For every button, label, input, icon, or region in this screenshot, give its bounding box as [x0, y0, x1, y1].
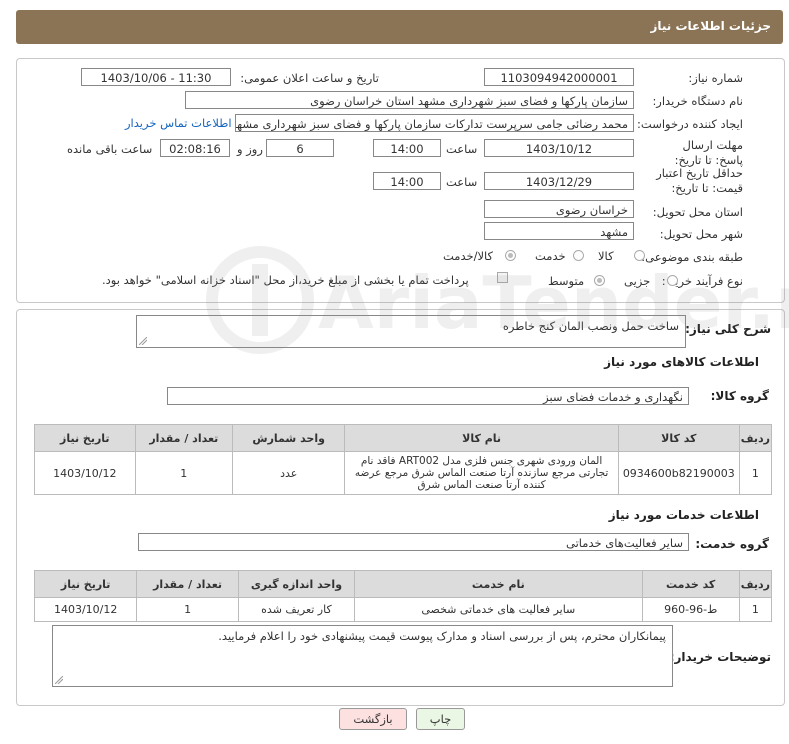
reply-days-field[interactable]: 6	[266, 139, 334, 157]
goods-row-date: 1403/10/12	[34, 451, 136, 495]
reply-remaining-field[interactable]: 02:08:16	[160, 139, 230, 157]
goods-row-name: المان ورودی شهری جنس فلزی مدل ART002 فاق…	[344, 451, 619, 495]
purchase-minor-radio[interactable]	[667, 275, 678, 286]
goods-section-title: اطلاعات کالاهای مورد نیاز	[604, 355, 759, 369]
services-row-unit: کار تعریف شده	[237, 597, 356, 622]
resize-grip-icon	[55, 676, 63, 684]
goods-col-unit: واحد شمارش	[232, 424, 346, 452]
services-row-index: 1	[738, 597, 773, 622]
need-number-field[interactable]: 1103094942000001	[484, 68, 634, 86]
goods-row-qty: 1	[134, 451, 234, 495]
validity-date-field[interactable]: 1403/12/29	[484, 172, 634, 190]
general-desc-label: شرح کلی نیاز:	[685, 322, 771, 336]
services-col-qty: تعداد / مقدار	[136, 570, 239, 598]
services-group-field[interactable]: سایر فعالیت‌های خدماتی	[138, 533, 689, 551]
validity-time-label: ساعت	[446, 175, 478, 189]
buyer-notes-label: توضیحات خریدار:	[669, 650, 771, 664]
delivery-province-label: استان محل تحویل:	[652, 205, 743, 219]
requester-label: ایجاد کننده درخواست:	[637, 117, 743, 131]
services-table: ردیف کد خدمت نام خدمت واحد اندازه گیری ت…	[33, 570, 773, 622]
table-row: 1 ط-96-960 سایر فعالیت های خدماتی شخصی ک…	[33, 597, 773, 622]
services-group-label: گروه خدمت:	[695, 537, 769, 551]
subject-goods-radio[interactable]	[634, 250, 645, 261]
announce-datetime-label: تاریخ و ساعت اعلان عمومی:	[240, 71, 379, 85]
services-row-date: 1403/10/12	[33, 597, 138, 622]
reply-time-field[interactable]: 14:00	[373, 139, 441, 157]
goods-table: ردیف کد کالا نام کالا واحد شمارش تعداد /…	[34, 424, 773, 495]
services-col-date: تاریخ نیاز	[33, 570, 138, 598]
goods-col-date: تاریخ نیاز	[34, 424, 136, 452]
subject-goods-service-label: کالا/خدمت	[443, 249, 494, 263]
reply-time-label: ساعت	[446, 142, 478, 156]
purchase-medium-label: متوسط	[548, 274, 585, 288]
page-header: جزئیات اطلاعات نیاز	[16, 10, 783, 44]
goods-row-code: 0934600b82190003	[617, 451, 740, 495]
goods-row-index: 1	[738, 451, 773, 495]
remaining-label: ساعت باقی مانده	[67, 142, 153, 156]
goods-col-qty: تعداد / مقدار	[134, 424, 234, 452]
goods-col-name: نام کالا	[344, 424, 619, 452]
services-col-unit: واحد اندازه گیری	[237, 570, 356, 598]
services-row-qty: 1	[136, 597, 239, 622]
purchase-medium-radio[interactable]	[594, 275, 605, 286]
general-desc-textarea[interactable]: ساخت حمل ونصب المان کنج خاطره	[136, 315, 686, 348]
subject-goods-service-radio[interactable]	[505, 250, 516, 261]
goods-row-unit: عدد	[232, 451, 346, 495]
delivery-city-label: شهر محل تحویل:	[659, 227, 743, 241]
buyer-notes-textarea[interactable]: پیمانکاران محترم، پس از بررسی اسناد و مد…	[52, 625, 673, 687]
reply-deadline-label: مهلت ارسال پاسخ: تا تاریخ:	[674, 138, 743, 167]
services-col-code: کد خدمت	[641, 570, 740, 598]
page-title: جزئیات اطلاعات نیاز	[650, 19, 771, 33]
price-validity-label: حداقل تاریخ اعتبار قیمت: تا تاریخ:	[656, 166, 743, 195]
goods-group-field[interactable]: نگهداری و خدمات فضای سبز	[167, 387, 689, 405]
purchase-minor-label: جزیی	[624, 274, 651, 288]
announce-datetime-field[interactable]: 1403/10/06 - 11:30	[81, 68, 231, 86]
buyer-org-field[interactable]: سازمان پارکها و فضای سبز شهرداری مشهد اس…	[185, 91, 634, 109]
services-row-name: سایر فعالیت های خدماتی شخصی	[354, 597, 643, 622]
services-col-name: نام خدمت	[354, 570, 643, 598]
services-section-title: اطلاعات خدمات مورد نیاز	[608, 508, 759, 522]
services-row-code: ط-96-960	[641, 597, 740, 622]
delivery-province-field[interactable]: خراسان رضوی	[484, 200, 634, 218]
days-and-label: روز و	[237, 142, 263, 156]
general-desc-text: ساخت حمل ونصب المان کنج خاطره	[502, 319, 679, 333]
buyer-notes-text: پیمانکاران محترم، پس از بررسی اسناد و مد…	[218, 629, 666, 643]
buyer-org-label: نام دستگاه خریدار:	[652, 94, 743, 108]
treasury-bonds-note: پرداخت تمام یا بخشی از مبلغ خرید،از محل …	[102, 273, 469, 287]
services-col-index: ردیف	[738, 570, 773, 598]
treasury-bonds-checkbox[interactable]	[497, 272, 508, 283]
requester-field[interactable]: محمد رضائی جامی سرپرست تدارکات سازمان پا…	[235, 114, 634, 132]
reply-date-field[interactable]: 1403/10/12	[484, 139, 634, 157]
buyer-contact-link[interactable]: اطلاعات تماس خریدار	[125, 116, 232, 130]
subject-class-label: طبقه بندی موضوعی:	[641, 250, 743, 264]
print-button[interactable]: چاپ	[416, 708, 465, 730]
delivery-city-field[interactable]: مشهد	[484, 222, 634, 240]
goods-col-index: ردیف	[738, 424, 773, 452]
subject-service-radio[interactable]	[573, 250, 584, 261]
table-row: 1 0934600b82190003 المان ورودی شهری جنس …	[34, 451, 773, 495]
subject-service-label: خدمت	[535, 249, 566, 263]
goods-col-code: کد کالا	[617, 424, 740, 452]
resize-grip-icon	[139, 337, 147, 345]
goods-group-label: گروه کالا:	[710, 389, 769, 403]
need-number-label: شماره نیاز:	[688, 71, 743, 85]
validity-time-field[interactable]: 14:00	[373, 172, 441, 190]
back-button[interactable]: بازگشت	[339, 708, 407, 730]
subject-goods-label: کالا	[598, 249, 614, 263]
